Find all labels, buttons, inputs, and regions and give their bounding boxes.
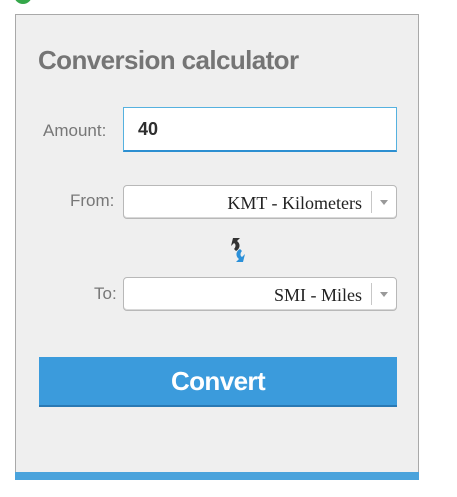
to-unit-select[interactable]: SMI - Miles: [123, 277, 397, 311]
amount-input[interactable]: [123, 107, 397, 152]
panel-bottom-bar: [15, 472, 419, 480]
to-label: To:: [94, 284, 117, 303]
from-unit-select[interactable]: KMT - Kilometers: [123, 185, 397, 219]
chevron-down-icon: [380, 200, 388, 205]
status-indicator: [14, 0, 32, 4]
from-label: From:: [70, 191, 115, 210]
amount-label: Amount:: [43, 121, 107, 140]
page-title: Conversion calculator: [38, 45, 299, 75]
swap-arrows-icon: [231, 238, 245, 262]
select-divider: [371, 191, 372, 213]
to-unit-value: SMI - Miles: [273, 285, 362, 305]
conversion-calculator-panel: Conversion calculator Amount: From: KMT …: [15, 14, 419, 480]
chevron-down-icon: [380, 292, 388, 297]
from-unit-value: KMT - Kilometers: [227, 193, 362, 213]
swap-units-button[interactable]: [226, 235, 250, 265]
convert-button[interactable]: Convert: [39, 357, 397, 407]
select-divider: [371, 283, 372, 305]
